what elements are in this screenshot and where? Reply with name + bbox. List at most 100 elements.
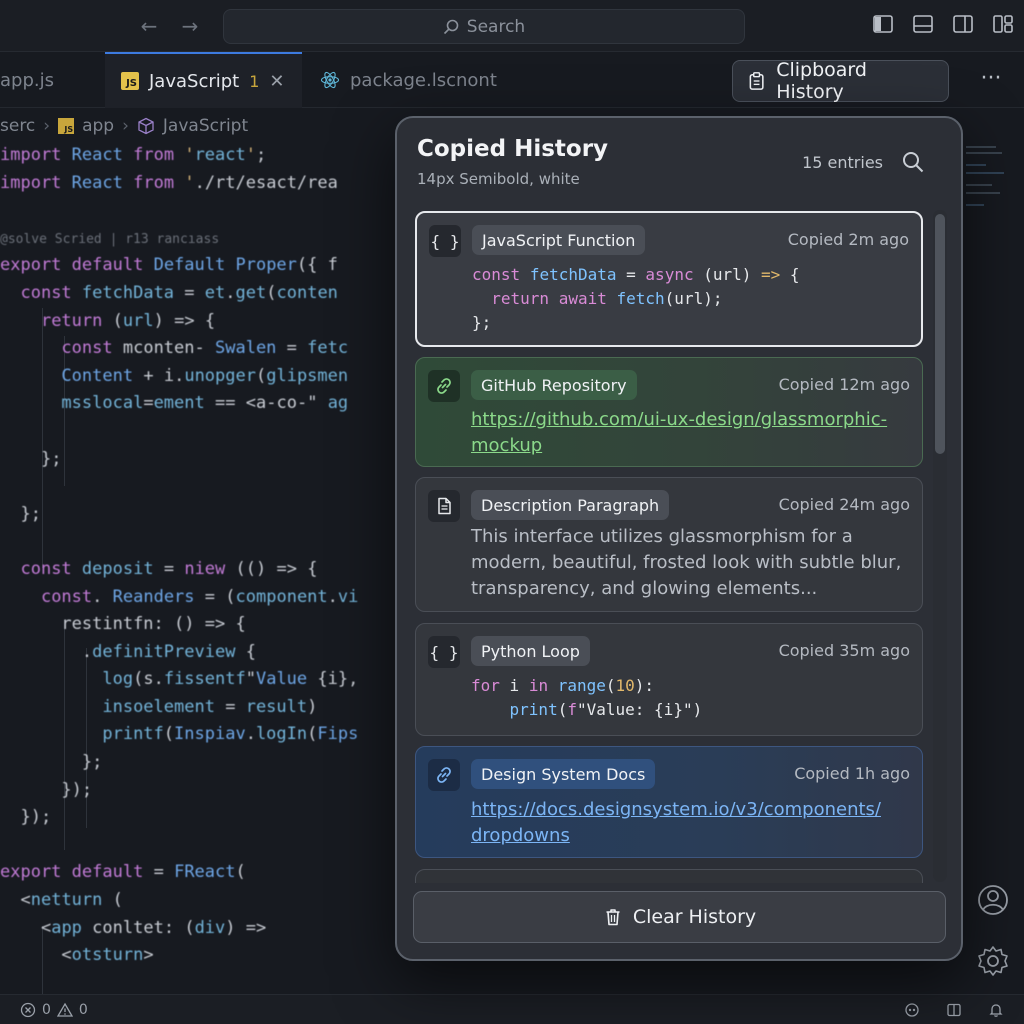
copilot-icon[interactable] [904, 1002, 920, 1018]
code-line: }; [81, 752, 103, 773]
layout-split-icon[interactable] [946, 1002, 962, 1018]
link-url-line[interactable]: https://docs.designsystem.io/v3/componen… [471, 797, 904, 823]
layout-controls [872, 13, 1014, 35]
history-list: { } JavaScript Function Copied 2m ago co… [415, 211, 925, 883]
tab-label: package.lscnont [350, 69, 497, 91]
item-type-tag: Description Paragraph [471, 490, 670, 520]
problems-indicator[interactable]: 0 0 [20, 1002, 88, 1018]
item-type-tag: Python Loop [471, 636, 590, 666]
copied-time: Copied 12m ago [778, 375, 910, 394]
trash-icon [606, 909, 620, 926]
toggle-secondary-sidebar-icon[interactable] [952, 13, 974, 35]
more-actions-icon[interactable]: ··· [976, 66, 1006, 96]
panel-subtitle: 14px Semibold, white [417, 170, 580, 188]
bell-icon[interactable] [988, 1002, 1004, 1018]
clear-history-button[interactable]: Clear History [413, 891, 946, 943]
link-url-line[interactable]: https://github.com/ui-ux-design/glassmor… [471, 407, 904, 433]
account-icon[interactable] [976, 883, 1010, 917]
copied-time: Copied 35m ago [778, 641, 910, 660]
scrollbar-thumb[interactable] [935, 214, 945, 454]
text-line: modern, beautiful, frosted look with sub… [471, 552, 902, 573]
code-line: <otsturn> [61, 945, 154, 966]
code-line: log(s.fissentf"Value {i}, [102, 669, 359, 690]
toggle-panel-icon[interactable] [912, 13, 934, 35]
panel-title: Copied History [417, 136, 609, 162]
code-line: const deposit = niew (() => { [20, 558, 318, 579]
item-type-tag: Design System Docs [471, 759, 656, 789]
command-search-box[interactable]: Search [223, 9, 745, 44]
arrow-right-icon[interactable]: → [176, 12, 204, 40]
clipboard-history-panel: Copied History 14px Semibold, white 15 e… [395, 116, 963, 961]
code-braces-icon: { } [428, 636, 460, 668]
clear-history-label: Clear History [632, 906, 757, 928]
copied-time: Copied 24m ago [778, 495, 910, 514]
code-preview: for i in range(10): print(f"Value: {i}") [471, 676, 703, 719]
minimap[interactable] [962, 140, 1006, 220]
warning-count: 0 [78, 1001, 88, 1018]
link-preview[interactable]: https://github.com/ui-ux-design/glassmor… [471, 407, 904, 459]
text-preview: This interface utilizes glassmorphism fo… [471, 524, 904, 602]
breadcrumb-item[interactable]: JavaScript [163, 116, 248, 136]
code-line: <netturn ( [20, 890, 123, 911]
breadcrumb-item[interactable]: serc [0, 116, 35, 136]
error-count: 0 [42, 1001, 51, 1018]
breadcrumb: serc › JS app › JavaScript [0, 114, 248, 138]
close-icon[interactable]: ✕ [269, 71, 284, 92]
code-line: import React from 'react'; [0, 145, 267, 165]
text-line: transparency, and glowing elements... [471, 578, 818, 599]
code-line: return (url) => { [40, 310, 216, 331]
code-line: const mconten- Swalen = fetc [61, 338, 349, 359]
link-url-line[interactable]: mockup [471, 433, 904, 459]
history-item[interactable]: Design System Docs Copied 1h ago https:/… [415, 746, 923, 858]
document-icon [428, 490, 460, 522]
breadcrumb-item[interactable]: app [82, 116, 114, 136]
history-item[interactable]: { } JavaScript Function Copied 2m ago co… [415, 211, 923, 347]
tab-javascript[interactable]: JS JavaScript 1 ✕ [105, 52, 302, 108]
code-line: insoelement = result) [102, 696, 318, 717]
history-item[interactable]: { } Python Loop Copied 35m ago for i in … [415, 623, 923, 736]
clipboard-button-label: Clipboard History [776, 59, 867, 103]
chevron-right-icon: › [122, 116, 129, 136]
code-braces-icon: { } [429, 225, 461, 257]
toggle-primary-sidebar-icon[interactable] [872, 13, 894, 35]
link-url-line[interactable]: dropdowns [471, 823, 904, 849]
clipboard-history-button[interactable]: Clipboard History [732, 59, 949, 103]
history-item[interactable]: GitHub Repository Copied 12m ago https:/… [415, 357, 923, 467]
code-line: printf(Inspiav.logIn(Fips [102, 724, 359, 745]
react-icon [320, 71, 340, 89]
tab-package[interactable]: package.lscnont [304, 52, 513, 108]
code-line: const fetchData = et.get(conten [20, 282, 338, 303]
chevron-right-icon: › [43, 116, 51, 136]
history-item[interactable] [415, 869, 923, 883]
code-line: msslocal=ement == <a-co-" ag [61, 393, 349, 414]
code-line: export default Default Proper({ f [0, 255, 338, 276]
code-line: }); [61, 779, 93, 800]
status-bar: 0 0 [0, 994, 1024, 1024]
tab-label: app.js [0, 69, 54, 91]
tab-app-js[interactable]: app.js [0, 52, 105, 108]
link-icon [428, 759, 460, 791]
arrow-left-icon[interactable]: ← [135, 12, 163, 40]
copied-time: Copied 1h ago [794, 764, 910, 783]
text-line: This interface utilizes glassmorphism fo… [471, 526, 853, 547]
item-type-tag: GitHub Repository [471, 370, 637, 400]
code-line: const. Reanders = (component.vi [40, 586, 359, 607]
code-line: }; [40, 448, 62, 469]
code-line: @solve Scried | r13 rancıass [0, 231, 220, 247]
item-type-tag: JavaScript Function [472, 225, 646, 255]
copied-time: Copied 2m ago [787, 230, 909, 249]
warning-icon [56, 1002, 73, 1017]
history-item[interactable]: Description Paragraph Copied 24m ago Thi… [415, 477, 923, 612]
js-file-icon: JS [58, 118, 75, 134]
settings-gear-icon[interactable] [976, 944, 1010, 978]
clipboard-icon [749, 72, 764, 90]
search-icon[interactable] [901, 150, 925, 174]
editor-code-lines: import React from 'react'; import React f… [0, 142, 358, 970]
customize-layout-icon[interactable] [992, 13, 1014, 35]
code-preview: const fetchData = async (url) => { retur… [472, 265, 800, 332]
entry-count: 15 entries [802, 153, 883, 172]
link-preview[interactable]: https://docs.designsystem.io/v3/componen… [471, 797, 904, 849]
